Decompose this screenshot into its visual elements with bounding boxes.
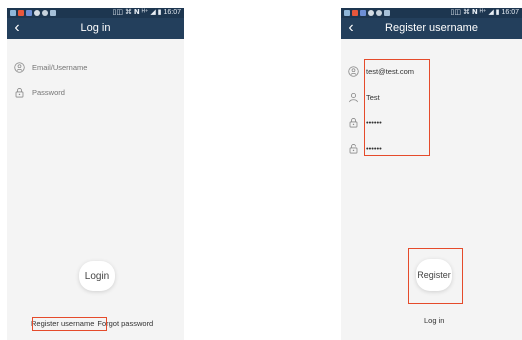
status-icons: [344, 10, 390, 16]
password-input[interactable]: [32, 87, 142, 97]
image-icon: [384, 10, 390, 16]
status-icons: [10, 10, 56, 16]
status-right-text: ▯◫ ⌘ 𝗡 ᴴ⁺ ◢ ▮ 16:07: [112, 9, 181, 16]
lock-open-icon: [349, 143, 358, 153]
password-field-row: [14, 85, 178, 99]
login-link[interactable]: Log in: [424, 316, 444, 325]
lock-icon: [349, 117, 358, 127]
email-input[interactable]: [32, 62, 142, 72]
register-button-highlight: [408, 248, 463, 304]
status-right-text: ▯◫ ⌘ 𝗡 ᴴ⁺ ◢ ▮ 16:07: [450, 9, 519, 16]
globe-icon: [42, 10, 48, 16]
lock-icon: [15, 87, 24, 97]
navbar: ‹ Register username: [341, 18, 522, 39]
photo-icon: [344, 10, 350, 16]
login-screen: ▯◫ ⌘ 𝗡 ᴴ⁺ ◢ ▮ 16:07 ‹ Log in Login Regis…: [7, 8, 184, 340]
person-icon: [349, 92, 358, 102]
status-bar: ▯◫ ⌘ 𝗡 ᴴ⁺ ◢ ▮ 16:07: [341, 8, 522, 18]
page-title: Log in: [80, 22, 111, 34]
status-bar: ▯◫ ⌘ 𝗡 ᴴ⁺ ◢ ▮ 16:07: [7, 8, 184, 18]
mail-icon: [26, 10, 32, 16]
globe-icon: [376, 10, 382, 16]
navbar: ‹ Log in: [7, 18, 184, 39]
register-link-highlight: [32, 317, 107, 331]
location-icon: [34, 10, 40, 16]
photo-icon: [10, 10, 16, 16]
register-screen: ▯◫ ⌘ 𝗡 ᴴ⁺ ◢ ▮ 16:07 ‹ Register username …: [341, 8, 522, 340]
app-icon: [18, 10, 24, 16]
login-button[interactable]: Login: [79, 261, 115, 291]
mail-icon: [360, 10, 366, 16]
user-circle-icon: [348, 65, 359, 77]
location-icon: [368, 10, 374, 16]
email-field-row: [14, 60, 178, 74]
user-circle-icon: [14, 61, 25, 73]
fields-highlight: [364, 59, 430, 156]
page-title: Register username: [385, 22, 478, 34]
image-icon: [50, 10, 56, 16]
app-icon: [352, 10, 358, 16]
